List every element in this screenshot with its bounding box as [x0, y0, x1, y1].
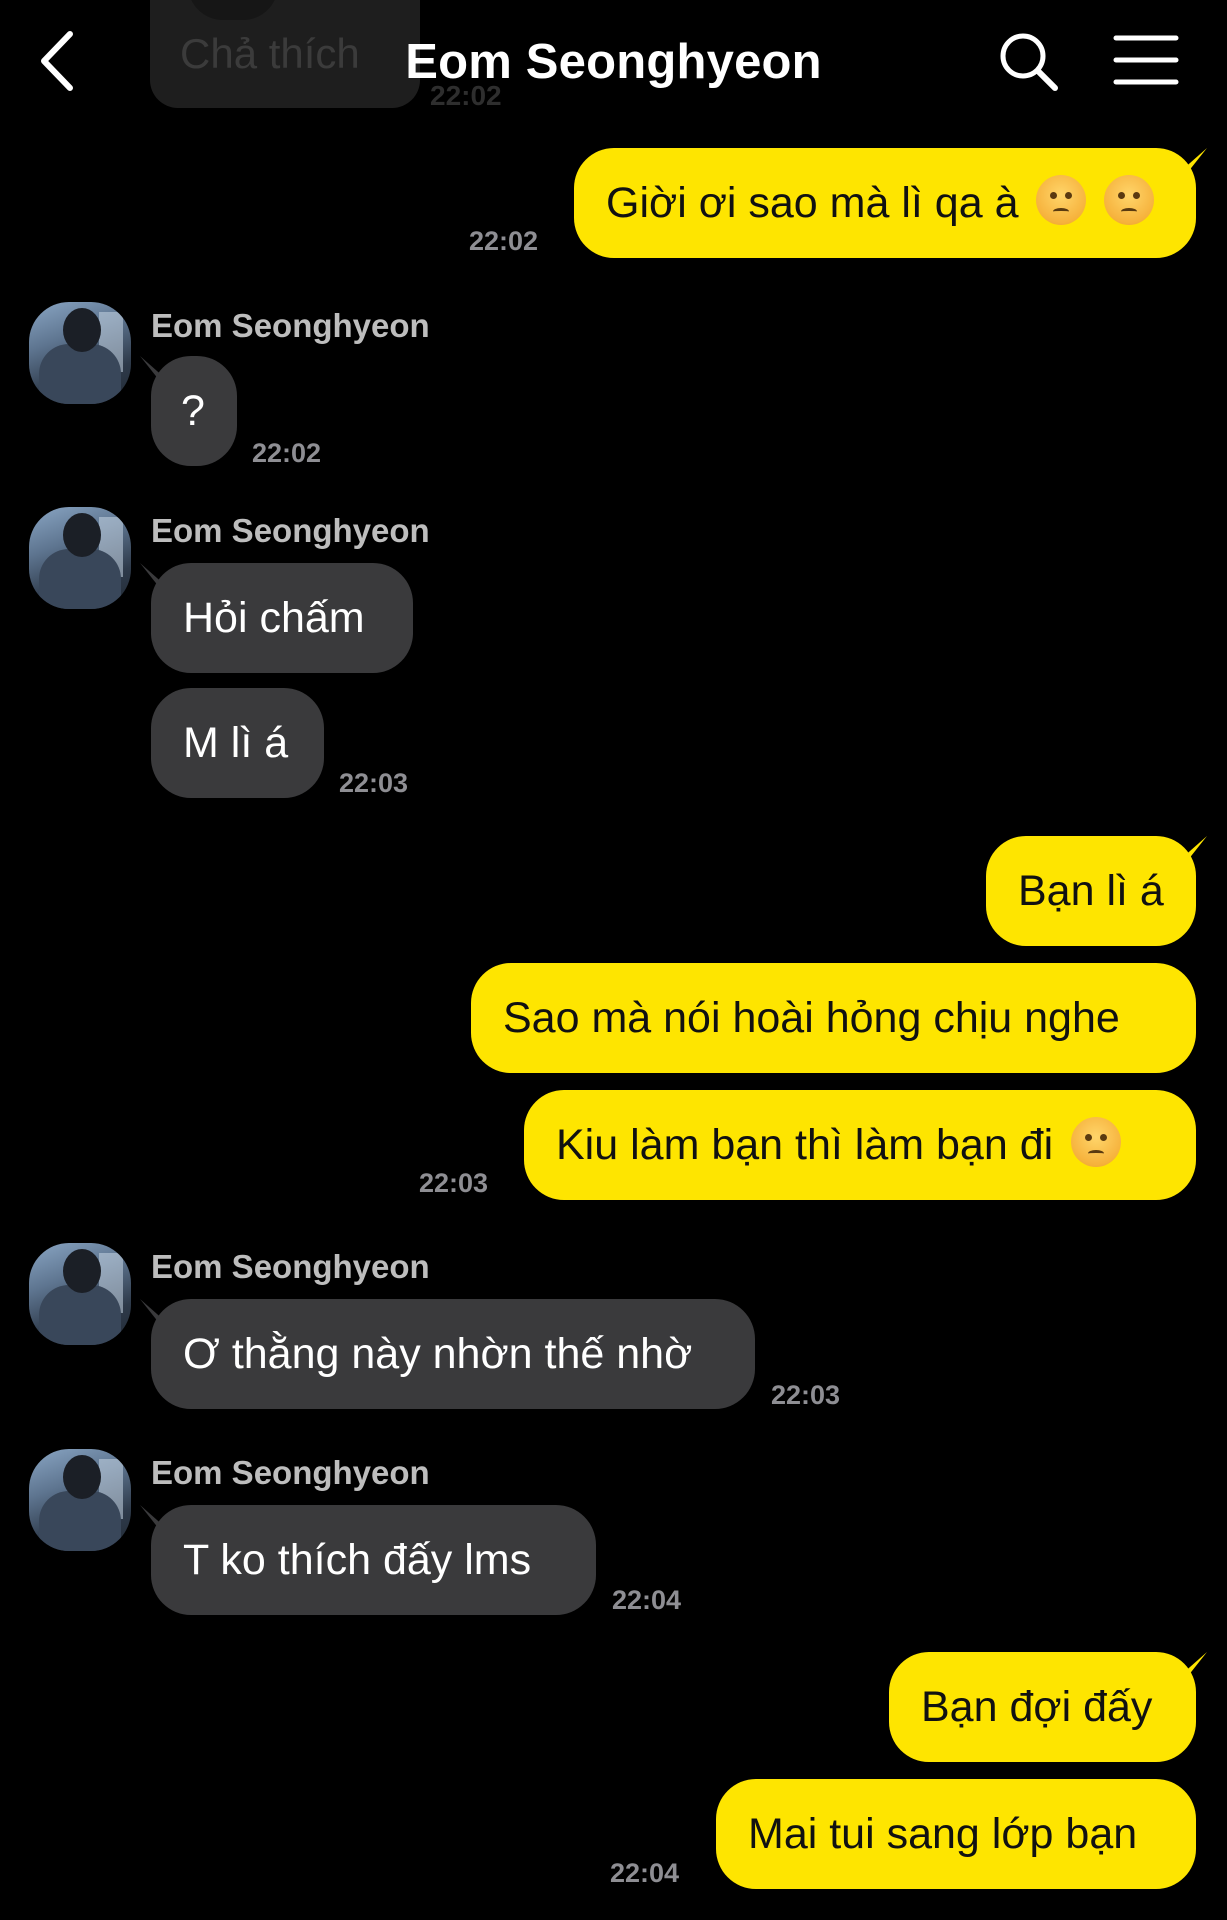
message-bubble[interactable]: Hỏi chấm	[151, 563, 413, 673]
message-text: Mai tui sang lớp bạn	[748, 1810, 1138, 1858]
sender-name: Eom Seonghyeon	[151, 1248, 430, 1285]
message-text: M lì á	[183, 719, 289, 767]
message-bubble[interactable]: Mai tui sang lớp bạn	[716, 1779, 1196, 1889]
message-text: ?	[181, 387, 205, 435]
avatar[interactable]	[29, 507, 131, 609]
search-icon	[1000, 33, 1058, 91]
message-bubble[interactable]: ?	[151, 356, 237, 466]
chat-screen: Chả thích 22:02 Eom Seonghyeon Giời ơi s…	[0, 0, 1227, 1920]
message-bubble[interactable]: T ko thích đấy lms	[151, 1505, 596, 1615]
message-time: 22:03	[339, 768, 409, 798]
message-bubble[interactable]: M lì á	[151, 688, 324, 798]
message-text: Sao mà nói hoài hỏng chịu nghe	[503, 994, 1120, 1042]
message-bubble[interactable]: Giời ơi sao mà lì qa à	[574, 148, 1196, 258]
hamburger-menu-icon	[1113, 35, 1179, 85]
avatar[interactable]	[29, 302, 131, 404]
message-time: 22:02	[469, 226, 539, 256]
message-time: 22:03	[771, 1380, 841, 1410]
message-bubble[interactable]: Bạn đợi đấy	[889, 1652, 1196, 1762]
sender-name: Eom Seonghyeon	[151, 307, 430, 344]
message-text: Bạn đợi đấy	[921, 1683, 1153, 1731]
angry-face-emoji	[1036, 175, 1087, 225]
message-text: Kiu làm bạn thì làm bạn đi	[556, 1121, 1054, 1169]
search-button[interactable]	[995, 28, 1063, 96]
message-text: Bạn lì á	[1018, 867, 1164, 915]
message-time: 22:02	[252, 438, 322, 468]
angry-face-emoji	[1104, 175, 1155, 225]
message-bubble[interactable]: Ơ thằng này nhờn thế nhờ	[151, 1299, 755, 1409]
angry-face-emoji	[1071, 1117, 1122, 1167]
avatar	[188, 0, 278, 20]
chat-header: Chả thích 22:02 Eom Seonghyeon	[0, 0, 1227, 130]
message-text: Ơ thằng này nhờn thế nhờ	[183, 1330, 693, 1378]
menu-button[interactable]	[1112, 32, 1180, 88]
sender-name: Eom Seonghyeon	[151, 1454, 430, 1491]
avatar[interactable]	[29, 1449, 131, 1551]
message-time: 22:03	[419, 1168, 489, 1198]
message-time: 22:04	[610, 1858, 680, 1888]
message-bubble[interactable]: Sao mà nói hoài hỏng chịu nghe	[471, 963, 1196, 1073]
message-text: Giời ơi sao mà lì qa à	[606, 179, 1019, 227]
message-time: 22:04	[612, 1585, 682, 1615]
message-text: T ko thích đấy lms	[183, 1536, 532, 1584]
message-text: Hỏi chấm	[183, 594, 365, 642]
avatar[interactable]	[29, 1243, 131, 1345]
message-bubble[interactable]: Kiu làm bạn thì làm bạn đi	[524, 1090, 1196, 1200]
sender-name: Eom Seonghyeon	[151, 512, 430, 549]
message-bubble[interactable]: Bạn lì á	[986, 836, 1196, 946]
